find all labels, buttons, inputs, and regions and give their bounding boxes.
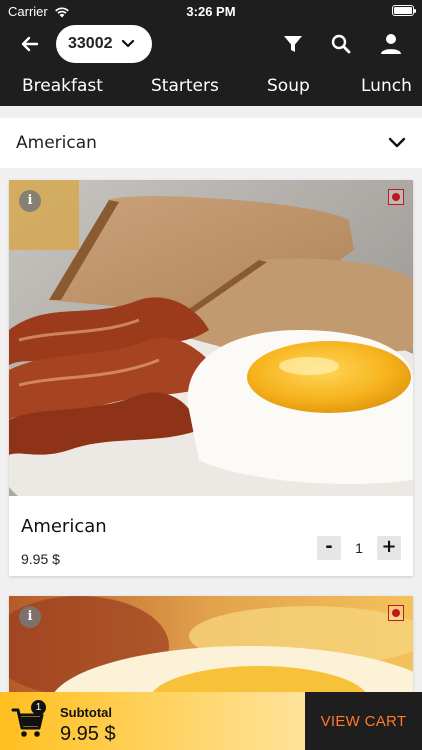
menu-item-name: American <box>21 516 107 537</box>
increase-quantity-button[interactable]: + <box>377 536 401 560</box>
arrow-left-icon[interactable] <box>16 30 44 58</box>
search-icon[interactable] <box>327 30 355 58</box>
tab-lunch[interactable]: Lunch <box>361 76 412 96</box>
status-bar: Carrier 3:26 PM <box>0 0 422 22</box>
info-icon[interactable]: i <box>19 606 41 628</box>
user-icon[interactable] <box>377 30 405 58</box>
view-cart-button[interactable]: VIEW CART <box>305 692 422 750</box>
decrease-quantity-button[interactable]: - <box>317 536 341 560</box>
cart-count-badge: 1 <box>31 700 46 715</box>
tab-breakfast[interactable]: Breakfast <box>22 76 103 96</box>
subtotal-value: 9.95 $ <box>60 723 116 745</box>
menu-item-card[interactable]: i American 9.95 $ - 1 + <box>9 180 413 576</box>
non-veg-indicator-icon <box>388 605 404 621</box>
cart-summary[interactable]: 1 Subtotal 9.95 $ <box>0 692 305 750</box>
food-photo: i <box>9 180 413 496</box>
tab-soup[interactable]: Soup <box>267 76 310 96</box>
zip-code-selector[interactable]: 33002 <box>56 25 152 63</box>
subcategory-dropdown[interactable]: American <box>0 118 422 168</box>
quantity-value: 1 <box>355 540 363 556</box>
chevron-down-icon <box>121 39 134 48</box>
cart-bar: 1 Subtotal 9.95 $ VIEW CART <box>0 692 422 750</box>
menu-item-price: 9.95 $ <box>21 551 60 567</box>
subtotal-label: Subtotal <box>60 705 112 720</box>
status-time: 3:26 PM <box>186 4 236 19</box>
info-icon[interactable]: i <box>19 190 41 212</box>
quantity-stepper: - 1 + <box>317 536 401 560</box>
battery-icon <box>392 5 416 16</box>
filter-icon[interactable] <box>279 30 307 58</box>
app-header: 33002 <box>0 22 422 66</box>
non-veg-indicator-icon <box>388 189 404 205</box>
category-tabs: Breakfast Starters Soup Lunch <box>0 66 422 106</box>
chevron-down-icon <box>388 137 406 148</box>
subcategory-selected: American <box>16 133 97 153</box>
breakfast-photo-illustration <box>9 180 413 496</box>
tab-starters[interactable]: Starters <box>151 76 219 96</box>
menu-item-details: American 9.95 $ - 1 + <box>9 496 413 576</box>
zip-code-value: 33002 <box>68 35 113 52</box>
